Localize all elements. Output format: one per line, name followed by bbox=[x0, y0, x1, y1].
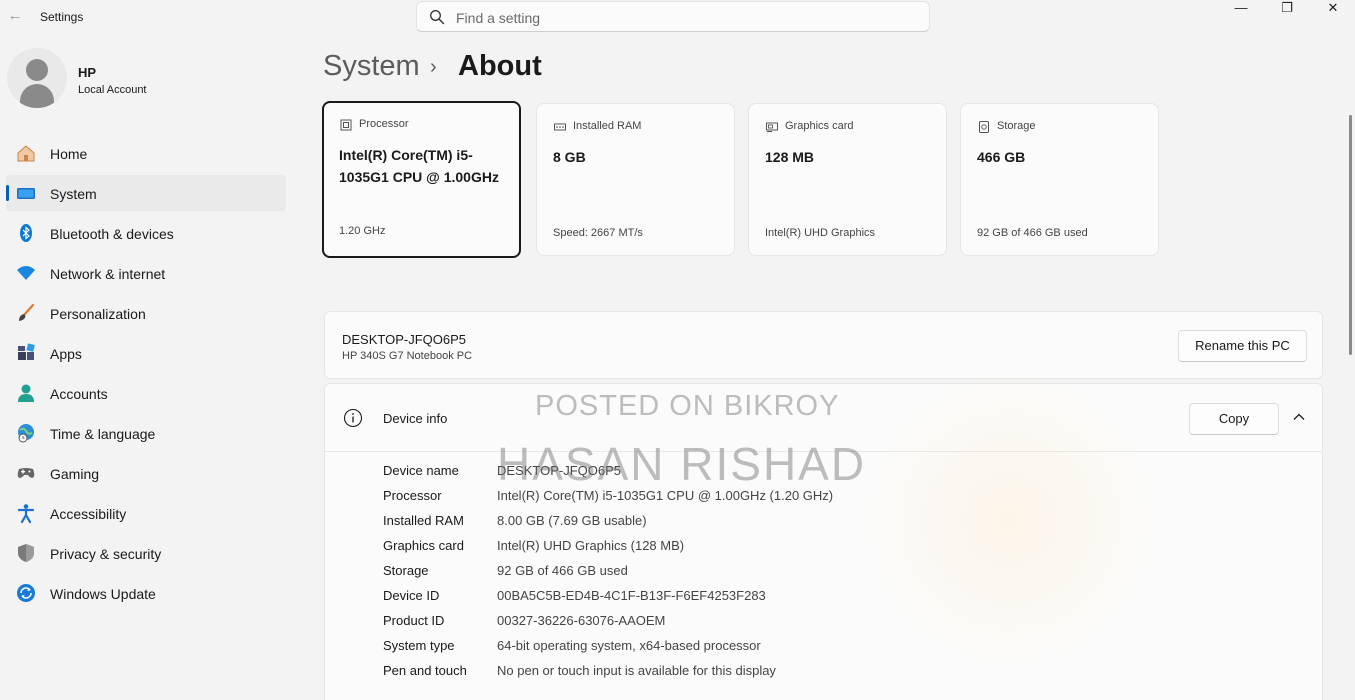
close-button[interactable]: ✕ bbox=[1310, 0, 1355, 18]
system-icon bbox=[17, 188, 35, 199]
minimize-button[interactable]: — bbox=[1218, 0, 1264, 18]
spec-key: System type bbox=[383, 638, 455, 653]
account-type: Local Account bbox=[78, 84, 147, 96]
device-info-title: Device info bbox=[383, 411, 448, 426]
spec-key: Graphics card bbox=[383, 538, 464, 553]
sidebar-item-personalization[interactable]: Personalization bbox=[6, 295, 286, 331]
sidebar-item-label: Apps bbox=[50, 346, 82, 362]
card-value: 8 GB bbox=[553, 149, 586, 165]
processor-icon bbox=[340, 119, 352, 131]
watermark-line-2: HASAN RISHAD bbox=[497, 438, 867, 490]
page-title: About bbox=[458, 50, 542, 82]
card-label: Graphics card bbox=[785, 120, 854, 132]
ram-card[interactable]: Installed RAM 8 GB Speed: 2667 MT/s bbox=[536, 103, 735, 256]
ram-icon bbox=[554, 123, 566, 131]
brush-icon bbox=[19, 303, 35, 321]
back-button[interactable]: ← bbox=[6, 6, 24, 26]
storage-card[interactable]: Storage 466 GB 92 GB of 466 GB used bbox=[960, 103, 1159, 256]
avatar-head-shape bbox=[26, 59, 48, 81]
pc-model: HP 340S G7 Notebook PC bbox=[342, 350, 473, 362]
search-box[interactable]: Find a setting bbox=[416, 1, 930, 32]
scrollbar[interactable] bbox=[1349, 115, 1352, 355]
sidebar-item-label: Accessibility bbox=[50, 506, 127, 522]
spec-key: Storage bbox=[383, 563, 429, 578]
card-value: 128 MB bbox=[765, 149, 815, 165]
card-value: 466 GB bbox=[977, 149, 1026, 165]
sidebar-item-system[interactable]: System bbox=[6, 175, 286, 211]
spec-value: No pen or touch input is available for t… bbox=[497, 663, 776, 678]
card-subtext: Intel(R) UHD Graphics bbox=[765, 227, 876, 239]
card-subtext: 1.20 GHz bbox=[339, 225, 386, 237]
breadcrumb-separator: › bbox=[430, 56, 437, 78]
card-label: Installed RAM bbox=[573, 120, 642, 132]
watermark-line-1: POSTED ON BIKROY bbox=[535, 390, 840, 422]
sidebar-nav: Home System Bluetooth & devices Network … bbox=[6, 135, 286, 615]
sidebar-item-label: Network & internet bbox=[50, 266, 166, 282]
sidebar-item-label: Home bbox=[50, 146, 88, 162]
gamepad-icon bbox=[17, 468, 35, 478]
search-icon bbox=[430, 10, 445, 25]
sidebar-item-home[interactable]: Home bbox=[6, 135, 286, 171]
sidebar-item-label: Personalization bbox=[50, 306, 146, 322]
graphics-card-icon bbox=[766, 122, 778, 132]
sidebar-item-privacy[interactable]: Privacy & security bbox=[6, 535, 286, 571]
card-subtext: 92 GB of 466 GB used bbox=[977, 227, 1088, 239]
pc-name: DESKTOP-JFQO6P5 bbox=[342, 332, 467, 347]
spec-key: Pen and touch bbox=[383, 663, 467, 678]
sidebar-item-network[interactable]: Network & internet bbox=[6, 255, 286, 291]
globe-clock-icon bbox=[18, 424, 34, 443]
sidebar-item-accounts[interactable]: Accounts bbox=[6, 375, 286, 411]
spec-key: Device ID bbox=[383, 588, 440, 603]
sidebar-item-label: Windows Update bbox=[50, 586, 156, 602]
rename-pc-button[interactable]: Rename this PC bbox=[1178, 330, 1307, 362]
user-name: HP bbox=[78, 65, 97, 80]
avatar-body-shape bbox=[20, 84, 54, 108]
sidebar-item-label: System bbox=[50, 186, 97, 202]
update-icon bbox=[17, 584, 35, 602]
sidebar-item-apps[interactable]: Apps bbox=[6, 335, 286, 371]
sidebar-item-windows-update[interactable]: Windows Update bbox=[6, 575, 286, 611]
card-value: Intel(R) Core(TM) i5-1035G1 CPU @ 1.00GH… bbox=[339, 147, 499, 185]
sidebar-item-label: Privacy & security bbox=[50, 546, 162, 562]
search-input[interactable]: Find a setting bbox=[456, 10, 540, 26]
watermark-logo bbox=[860, 370, 1160, 670]
avatar[interactable] bbox=[7, 48, 67, 108]
maximize-button[interactable]: ❐ bbox=[1264, 0, 1310, 18]
processor-card[interactable]: Processor Intel(R) Core(TM) i5-1035G1 CP… bbox=[322, 101, 521, 258]
spec-key: Product ID bbox=[383, 613, 445, 628]
spec-key: Processor bbox=[383, 488, 442, 503]
accounts-icon bbox=[18, 384, 34, 402]
spec-key: Device name bbox=[383, 463, 459, 478]
pc-name-panel: DESKTOP-JFQO6P5 HP 340S G7 Notebook PC R… bbox=[324, 311, 1323, 379]
apps-icon bbox=[18, 343, 35, 360]
app-title: Settings bbox=[40, 10, 84, 24]
sidebar-item-accessibility[interactable]: Accessibility bbox=[6, 495, 286, 531]
info-icon bbox=[343, 408, 363, 428]
sidebar-item-bluetooth[interactable]: Bluetooth & devices bbox=[6, 215, 286, 251]
shield-icon bbox=[18, 544, 34, 562]
storage-icon bbox=[979, 121, 989, 133]
card-label: Processor bbox=[359, 118, 409, 130]
sidebar-item-time-language[interactable]: Time & language bbox=[6, 415, 286, 451]
sidebar-item-gaming[interactable]: Gaming bbox=[6, 455, 286, 491]
sidebar-item-label: Time & language bbox=[50, 426, 156, 442]
device-info-panel: Device info Copy Device name DESKTOP-JFQ… bbox=[324, 383, 1323, 700]
sidebar-item-label: Gaming bbox=[50, 466, 100, 482]
breadcrumb-parent[interactable]: System bbox=[323, 50, 420, 83]
card-subtext: Speed: 2667 MT/s bbox=[553, 227, 643, 239]
card-label: Storage bbox=[997, 120, 1036, 132]
bluetooth-icon bbox=[20, 224, 32, 242]
copy-button[interactable]: Copy bbox=[1189, 403, 1279, 435]
accessibility-icon bbox=[17, 504, 35, 523]
sidebar-item-label: Bluetooth & devices bbox=[50, 226, 174, 242]
sidebar-item-label: Accounts bbox=[50, 386, 108, 402]
wifi-icon bbox=[17, 266, 35, 280]
spec-key: Installed RAM bbox=[383, 513, 464, 528]
chevron-up-icon[interactable] bbox=[1291, 409, 1307, 425]
graphics-card[interactable]: Graphics card 128 MB Intel(R) UHD Graphi… bbox=[748, 103, 947, 256]
title-bar: ← Settings Find a setting — ❐ ✕ bbox=[0, 0, 1355, 34]
home-icon bbox=[17, 145, 35, 162]
